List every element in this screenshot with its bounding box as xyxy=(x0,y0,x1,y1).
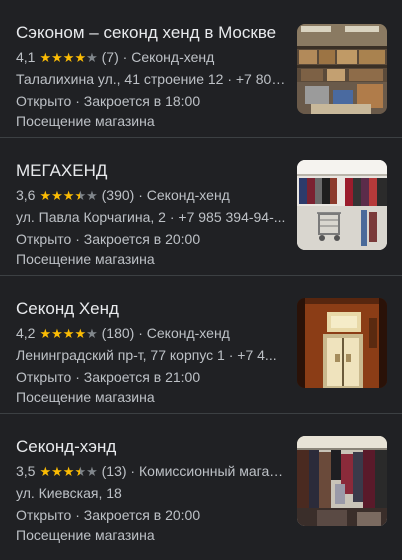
clothing-racks-photo-icon[interactable] xyxy=(297,160,387,250)
rating-row: 4,1 ★★★★★ (7) · Секонд-хенд xyxy=(16,47,288,68)
address-phone: ул. Киевская, 18 xyxy=(16,485,122,501)
rating-row: 4,2 ★★★★★ (180) · Секонд-хенд xyxy=(16,323,288,344)
star-rating: ★★★★★ xyxy=(39,185,97,206)
open-hours: Открыто · Закроется в 21:00 xyxy=(16,369,201,385)
result-card[interactable]: Секонд-хэнд 3,5 ★★★★★ (13) · Комиссионный… xyxy=(0,414,402,552)
review-count: (390) xyxy=(101,187,135,203)
star-icon: ★ xyxy=(62,188,75,203)
store-visit-label: Посещение магазина xyxy=(16,389,155,405)
result-card[interactable]: МЕГАХЕНД 3,6 ★★★★★ (390) · Секонд-хенд ул… xyxy=(0,138,402,276)
store-visit-label: Посещение магазина xyxy=(16,113,155,129)
star-icon: ★ xyxy=(62,326,75,341)
star-icon: ★ xyxy=(51,50,63,65)
review-count: (180) xyxy=(101,325,135,341)
result-card[interactable]: Сэконом – секонд хенд в Москве 4,1 ★★★★★ … xyxy=(0,0,402,138)
star-icon: ★ xyxy=(86,464,98,479)
star-icon: ★ xyxy=(51,326,63,341)
rating-row: 3,5 ★★★★★ (13) · Комиссионный магазин xyxy=(16,461,288,482)
result-title[interactable]: Секонд-хэнд xyxy=(16,436,288,458)
rating-row: 3,6 ★★★★★ (390) · Секонд-хенд xyxy=(16,185,288,206)
review-count: (13) xyxy=(101,463,127,479)
star-icon: ★ xyxy=(86,188,98,203)
store-visit-label: Посещение магазина xyxy=(16,527,155,543)
rating-value: 3,5 xyxy=(16,463,36,479)
category: Секонд-хенд xyxy=(131,49,215,65)
star-icon: ★ xyxy=(62,464,75,479)
star-icon: ★ xyxy=(74,188,87,203)
star-rating: ★★★★★ xyxy=(39,323,97,344)
search-results-list: Сэконом – секонд хенд в Москве 4,1 ★★★★★ … xyxy=(0,0,402,560)
star-icon: ★ xyxy=(51,188,63,203)
result-title[interactable]: Сэконом – секонд хенд в Москве xyxy=(16,22,288,44)
open-hours: Открыто · Закроется в 20:00 xyxy=(16,507,201,523)
star-icon: ★ xyxy=(39,188,52,203)
category: Секонд-хенд xyxy=(146,187,230,203)
address-phone: Ленинградский пр-т, 77 корпус 1 · +7 4..… xyxy=(16,347,277,363)
star-icon: ★ xyxy=(74,50,87,65)
star-rating: ★★★★★ xyxy=(39,47,97,68)
star-icon: ★ xyxy=(86,50,98,65)
store-visit-label: Посещение магазина xyxy=(16,251,155,267)
result-title[interactable]: Секонд Хенд xyxy=(16,298,288,320)
star-icon: ★ xyxy=(86,326,98,341)
address-phone: ул. Павла Корчагина, 2 · +7 985 394-94-.… xyxy=(16,209,286,225)
star-icon: ★ xyxy=(39,326,52,341)
review-count: (7) xyxy=(101,49,119,65)
star-rating: ★★★★★ xyxy=(39,461,97,482)
open-hours: Открыто · Закроется в 18:00 xyxy=(16,93,201,109)
star-icon: ★ xyxy=(74,464,87,479)
clothes-shop-photo-icon[interactable] xyxy=(297,436,387,526)
category: Секонд-хенд xyxy=(146,325,230,341)
result-card[interactable]: Секонд Хенд 4,2 ★★★★★ (180) · Секонд-хенд… xyxy=(0,276,402,414)
star-icon: ★ xyxy=(62,50,75,65)
star-icon: ★ xyxy=(39,464,52,479)
storefront-door-photo-icon[interactable] xyxy=(297,298,387,388)
address-phone: Талалихина ул., 41 строение 12 · +7 800 … xyxy=(16,71,288,87)
result-title[interactable]: МЕГАХЕНД xyxy=(16,160,288,182)
star-icon: ★ xyxy=(74,326,87,341)
open-hours: Открыто · Закроется в 20:00 xyxy=(16,231,201,247)
rating-value: 3,6 xyxy=(16,187,36,203)
star-icon: ★ xyxy=(51,464,63,479)
star-icon: ★ xyxy=(39,50,52,65)
category: Комиссионный магазин xyxy=(139,463,288,479)
warehouse-photo-icon[interactable] xyxy=(297,24,387,114)
rating-value: 4,2 xyxy=(16,325,36,341)
rating-value: 4,1 xyxy=(16,49,36,65)
